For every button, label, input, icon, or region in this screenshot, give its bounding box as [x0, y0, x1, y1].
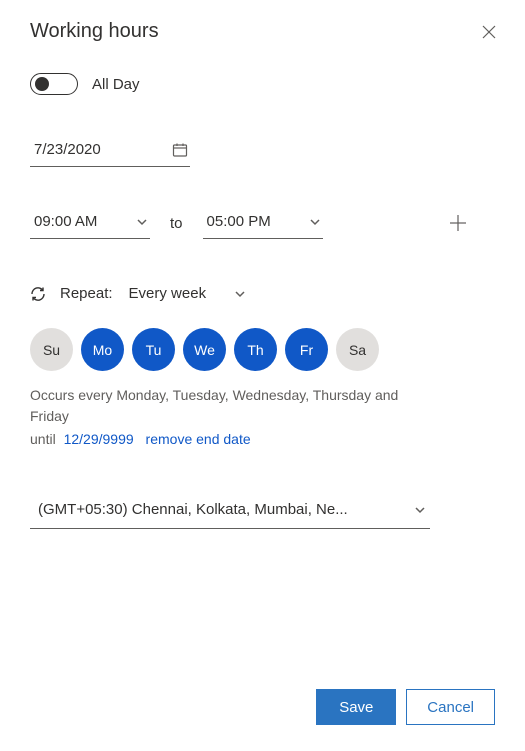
chevron-down-icon [309, 216, 321, 228]
weekday-picker: SuMoTuWeThFrSa [30, 328, 475, 371]
repeat-label: Repeat: [60, 285, 113, 302]
remove-end-date-link[interactable]: remove end date [146, 431, 251, 447]
cancel-button[interactable]: Cancel [406, 689, 495, 725]
save-button[interactable]: Save [316, 689, 396, 725]
day-chip-mo[interactable]: Mo [81, 328, 124, 371]
dialog-body: All Day 7/23/2020 09:00 AM to [30, 73, 525, 643]
date-row: 7/23/2020 [30, 135, 475, 167]
timezone-value: (GMT+05:30) Chennai, Kolkata, Mumbai, Ne… [38, 501, 348, 518]
repeat-frequency-value: Every week [129, 285, 207, 302]
chevron-down-icon [234, 288, 246, 300]
chevron-down-icon [136, 216, 148, 228]
chevron-down-icon [414, 504, 426, 516]
dialog-footer: Save Cancel [316, 689, 495, 725]
start-time-select[interactable]: 09:00 AM [30, 207, 150, 239]
day-chip-fr[interactable]: Fr [285, 328, 328, 371]
all-day-row: All Day [30, 73, 475, 95]
time-row: 09:00 AM to 05:00 PM [30, 207, 475, 239]
close-icon[interactable] [481, 24, 497, 40]
end-time-value: 05:00 PM [207, 213, 271, 230]
repeat-frequency-select[interactable]: Every week [127, 281, 249, 306]
dialog-header: Working hours [30, 20, 525, 43]
day-chip-th[interactable]: Th [234, 328, 277, 371]
start-time-value: 09:00 AM [34, 213, 97, 230]
timezone-select[interactable]: (GMT+05:30) Chennai, Kolkata, Mumbai, Ne… [30, 495, 430, 529]
time-group: 09:00 AM to 05:00 PM [30, 207, 323, 239]
dialog-title: Working hours [30, 20, 159, 43]
toggle-knob [35, 77, 49, 91]
recurrence-summary: Occurs every Monday, Tuesday, Wednesday,… [30, 385, 430, 427]
day-chip-sa[interactable]: Sa [336, 328, 379, 371]
all-day-label: All Day [92, 76, 140, 93]
day-chip-we[interactable]: We [183, 328, 226, 371]
recurrence-icon [30, 286, 46, 302]
calendar-icon[interactable] [172, 142, 188, 158]
until-date-link[interactable]: 12/29/9999 [64, 431, 134, 447]
date-input[interactable]: 7/23/2020 [30, 135, 190, 167]
repeat-row: Repeat: Every week [30, 281, 475, 306]
working-hours-dialog: Working hours All Day 7/23/2020 [0, 0, 525, 751]
day-chip-tu[interactable]: Tu [132, 328, 175, 371]
to-label: to [170, 215, 183, 232]
add-time-range-button[interactable] [449, 214, 467, 232]
until-row: until 12/29/9999 remove end date [30, 431, 475, 447]
all-day-toggle[interactable] [30, 73, 78, 95]
until-label: until [30, 431, 56, 447]
date-value: 7/23/2020 [34, 141, 101, 158]
day-chip-su[interactable]: Su [30, 328, 73, 371]
end-time-select[interactable]: 05:00 PM [203, 207, 323, 239]
